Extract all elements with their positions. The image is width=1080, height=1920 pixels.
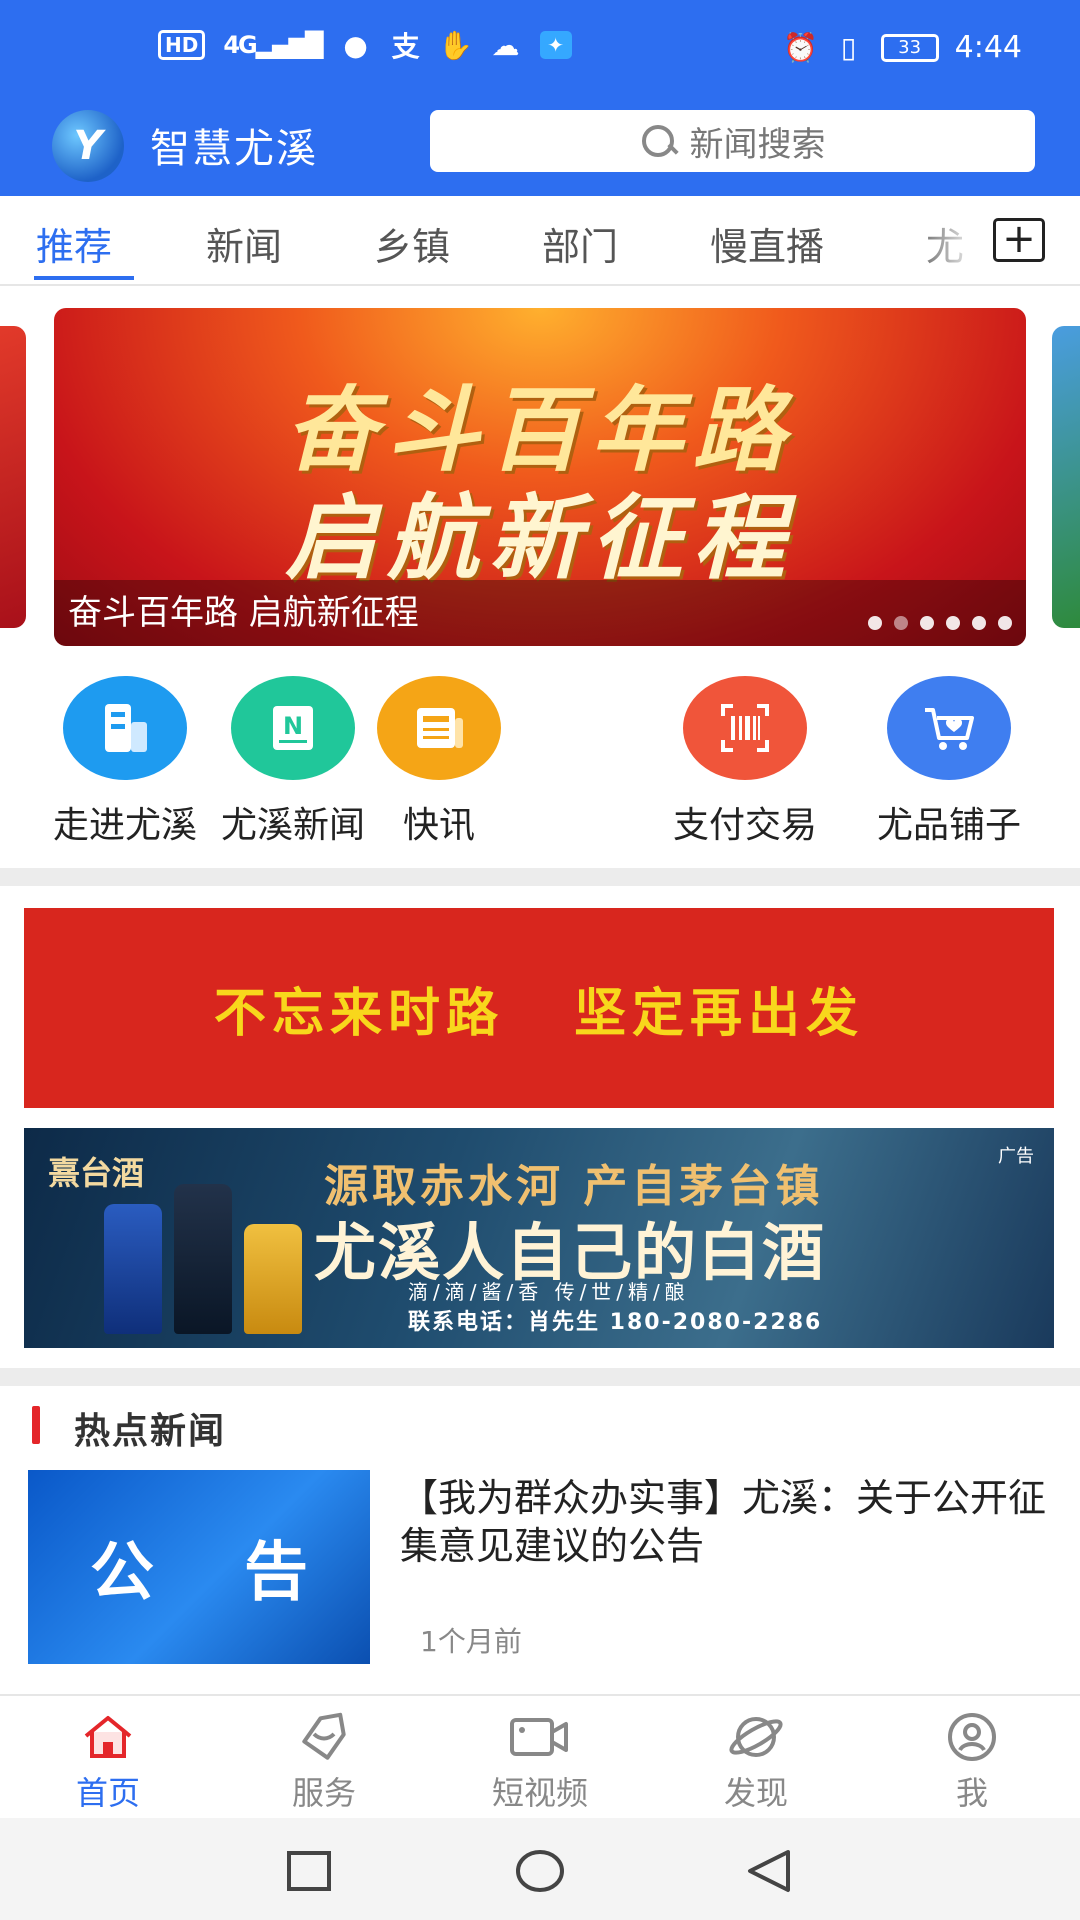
home-icon: [76, 1710, 140, 1764]
tab-news[interactable]: 新闻: [206, 216, 282, 271]
system-navigation-bar: [0, 1818, 1080, 1920]
app-header: Y 智慧尤溪 新闻搜索: [0, 100, 1080, 196]
quick-entry-shop[interactable]: 尤品铺子: [846, 676, 1052, 848]
carousel-dot: [972, 616, 986, 630]
quick-entry-label: 支付交易: [672, 805, 817, 846]
section-divider: [0, 1368, 1080, 1386]
nav-label: 首页: [75, 1774, 140, 1812]
carousel-dot: [946, 616, 960, 630]
carousel-dot: [920, 616, 934, 630]
search-placeholder: 新闻搜索: [689, 124, 826, 165]
app-title: 智慧尤溪: [150, 126, 318, 172]
nav-label: 短视频: [491, 1774, 588, 1812]
search-input[interactable]: 新闻搜索: [430, 110, 1035, 172]
status-left: HD 4G▂▄▆█ ● 支 ✋ ☁ ✦: [158, 28, 572, 63]
home-circle-icon[interactable]: [514, 1848, 566, 1894]
slogan-part-2: 坚定再出发: [574, 982, 865, 1044]
thumb-text-right: 告: [244, 1536, 308, 1610]
cart-icon: [887, 676, 1011, 780]
bottle-gold: [244, 1224, 302, 1334]
status-right: ⏰ ▯ 33 4:44: [783, 30, 1022, 65]
bottle-blue: [104, 1204, 162, 1334]
recents-icon[interactable]: [284, 1848, 334, 1894]
carousel-dot: [998, 616, 1012, 630]
hot-news-header: 热点新闻: [0, 1386, 1080, 1466]
back-icon[interactable]: [744, 1848, 794, 1894]
banner-prev-peek[interactable]: [0, 326, 26, 628]
section-marker: [32, 1406, 40, 1444]
network-type: 4G: [223, 31, 257, 59]
video-camera-icon: [508, 1710, 572, 1764]
alipay-icon: 支: [391, 30, 420, 63]
profile-icon: [940, 1710, 1004, 1764]
tab-fade: [910, 196, 980, 284]
thumb-text-left: 公: [90, 1536, 154, 1610]
signal-icon: 4G▂▄▆█: [223, 31, 323, 59]
quick-entry-label: 尤品铺子: [876, 805, 1021, 846]
nav-home[interactable]: 首页: [28, 1710, 188, 1814]
battery-icon: 33: [880, 33, 939, 62]
nav-label: 发现: [723, 1774, 788, 1812]
search-icon: [640, 123, 676, 159]
ad-line-3: 滴/滴/酱/香 传/世/精/酿: [408, 1280, 690, 1304]
nav-label: 服务: [291, 1774, 356, 1812]
hd-icon: HD: [158, 30, 206, 60]
discover-icon: [724, 1710, 788, 1764]
tab-active-indicator: [34, 276, 134, 280]
building-icon: [63, 676, 187, 780]
banner-headline-2: 启航新征程: [284, 485, 795, 592]
news-list-item[interactable]: 公 告 【我为群众办实事】尤溪：关于公开征集意见建议的公告 1个月前: [0, 1466, 1080, 1684]
banner-caption: 奋斗百年路 启航新征程: [54, 580, 1026, 646]
tab-recommend[interactable]: 推荐: [36, 216, 112, 271]
news-headline: 【我为群众办实事】尤溪：关于公开征集意见建议的公告: [400, 1476, 1047, 1568]
cloud-icon: ☁: [491, 28, 520, 62]
carousel-dots: [868, 616, 1012, 630]
vibrate-icon: ▯: [840, 31, 857, 64]
nav-label: 我: [955, 1774, 988, 1812]
status-bar: HD 4G▂▄▆█ ● 支 ✋ ☁ ✦ ⏰ ▯ 33 4:44: [0, 0, 1080, 100]
section-divider: [0, 868, 1080, 886]
news-timestamp: 1个月前: [420, 1625, 522, 1658]
quick-entry-flash[interactable]: 快讯: [336, 676, 542, 848]
tab-departments[interactable]: 部门: [542, 216, 618, 271]
bottles-image: [104, 1184, 302, 1334]
tab-slow-live[interactable]: 慢直播: [710, 216, 824, 271]
bulb-icon: ✦: [539, 31, 572, 59]
app-logo-icon: Y: [52, 110, 124, 182]
alarm-icon: ⏰: [783, 31, 819, 64]
carousel-dot: [868, 616, 882, 630]
carousel-dot-active: [894, 616, 908, 630]
hand-icon: ✋: [438, 28, 474, 62]
news-thumbnail: 公 告: [28, 1470, 370, 1664]
quick-entry-label: 快讯: [402, 805, 475, 846]
nav-me[interactable]: 我: [892, 1710, 1052, 1814]
add-tab-icon[interactable]: +: [993, 218, 1045, 262]
service-tag-icon: [292, 1710, 356, 1764]
liquor-ad-banner[interactable]: 熹台酒 源取赤水河 产自茅台镇 尤溪人自己的白酒 滴/滴/酱/香 传/世/精/酿…: [24, 1128, 1054, 1348]
tab-towns[interactable]: 乡镇: [374, 216, 450, 271]
clock: 4:44: [954, 30, 1022, 65]
nav-service[interactable]: 服务: [244, 1710, 404, 1814]
nav-short-video[interactable]: 短视频: [460, 1710, 620, 1814]
category-tabs: 推荐 新闻 乡镇 部门 慢直播 尤 +: [0, 196, 1080, 286]
banner-next-peek[interactable]: [1052, 326, 1080, 628]
chat-bubble-icon: ●: [343, 28, 368, 62]
slogan-part-1: 不忘来时路: [213, 982, 504, 1044]
hot-news-title: 热点新闻: [74, 1411, 227, 1452]
quick-entry-payment[interactable]: 支付交易: [642, 676, 848, 848]
bottle-dark: [174, 1184, 232, 1334]
barcode-icon: [683, 676, 807, 780]
ad-phone: 联系电话：肖先生 180-2080-2286: [408, 1310, 823, 1335]
quick-entries: 走进尤溪 N 尤溪新闻 快讯 支付交易 尤品铺子: [0, 676, 1080, 866]
nav-discover[interactable]: 发现: [676, 1710, 836, 1814]
slogan-banner[interactable]: 不忘来时路 坚定再出发: [24, 908, 1054, 1108]
bottom-navigation: 首页 服务 短视频 发现 我: [0, 1694, 1080, 1818]
ad-tag: 广告: [998, 1146, 1034, 1167]
newspaper-icon: [377, 676, 501, 780]
banner-carousel[interactable]: 奋斗百年路 启航新征程 奋斗百年路 启航新征程: [54, 308, 1026, 646]
svg-text:N: N: [283, 712, 303, 740]
